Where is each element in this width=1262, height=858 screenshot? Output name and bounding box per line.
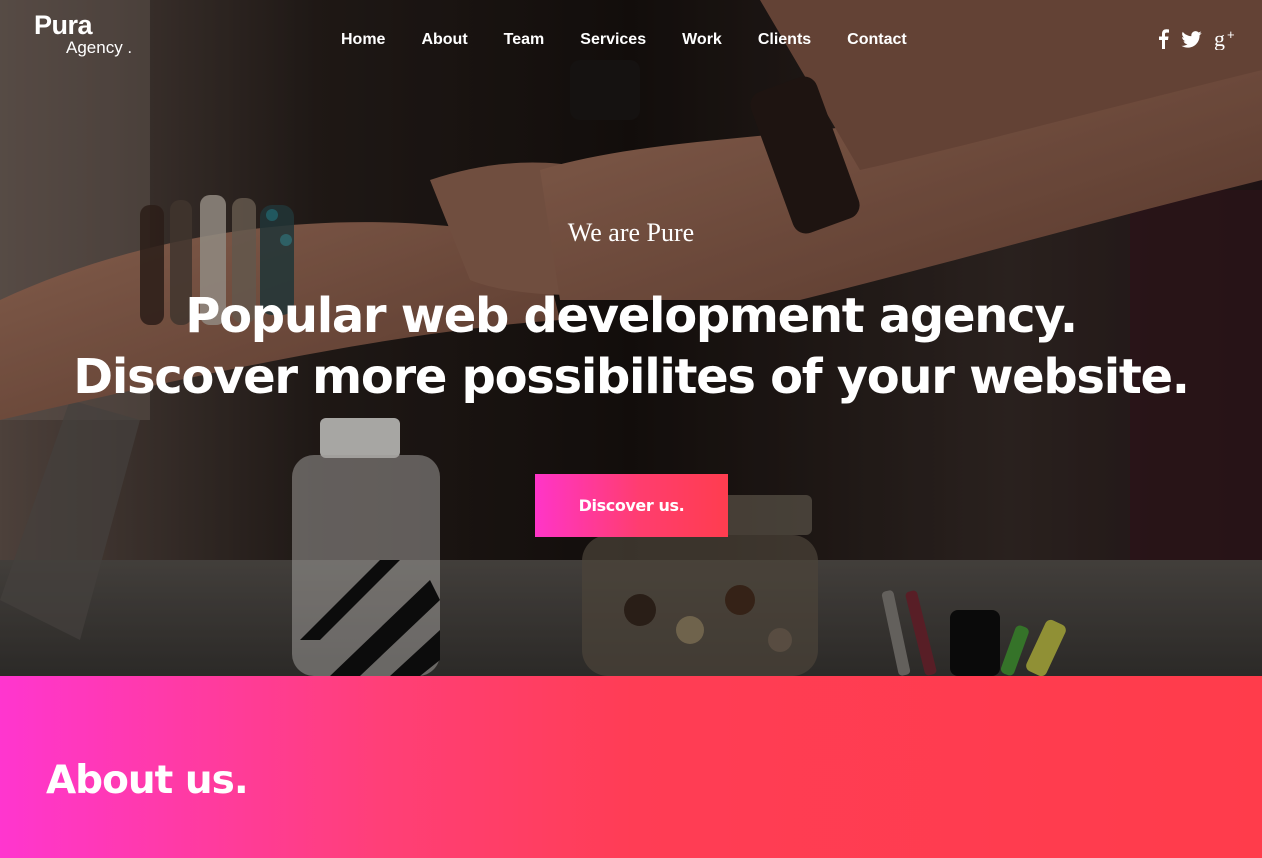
nav-item-contact[interactable]: Contact: [847, 31, 907, 49]
nav-item-work[interactable]: Work: [682, 31, 722, 49]
brand-name: Pura: [34, 10, 93, 40]
hero-tagline: We are Pure: [567, 218, 695, 247]
twitter-icon[interactable]: [1181, 30, 1202, 48]
social-links: g +: [1157, 28, 1240, 50]
facebook-icon[interactable]: [1157, 29, 1169, 49]
hero-section: Pura Agency . Home About Team Services W…: [0, 0, 1262, 676]
svg-text:+: +: [1227, 28, 1235, 42]
nav-item-services[interactable]: Services: [580, 31, 646, 49]
about-section: About us.: [0, 676, 1262, 858]
hero-headline-line-1: Popular web development agency.: [185, 288, 1078, 344]
main-navigation: Home About Team Services Work Clients Co…: [341, 31, 943, 49]
google-plus-icon[interactable]: g +: [1214, 28, 1240, 50]
nav-item-clients[interactable]: Clients: [758, 31, 811, 49]
hero-headline: Popular web development agency. Discover…: [0, 286, 1262, 408]
nav-item-team[interactable]: Team: [504, 31, 545, 49]
brand-subname: Agency .: [66, 38, 133, 57]
nav-item-home[interactable]: Home: [341, 31, 385, 49]
hero-headline-line-2: Discover more possibilites of your websi…: [73, 349, 1190, 405]
svg-text:g: g: [1214, 28, 1225, 50]
about-section-title: About us.: [46, 758, 249, 803]
nav-item-about[interactable]: About: [421, 31, 467, 49]
discover-us-button[interactable]: Discover us.: [535, 474, 728, 537]
brand-logo[interactable]: Pura Agency .: [34, 10, 133, 57]
